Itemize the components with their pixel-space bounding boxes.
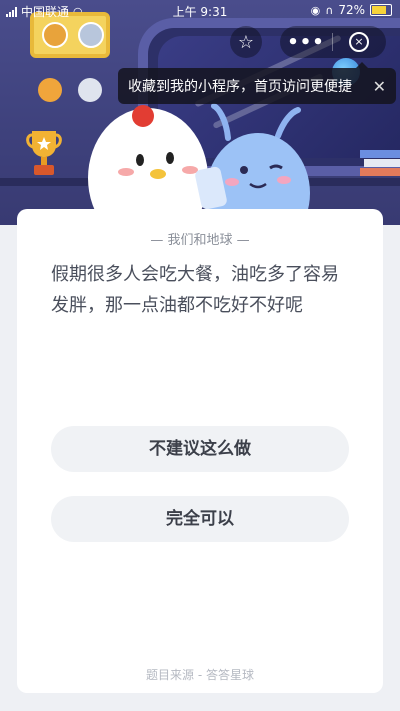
battery-percent: 72% xyxy=(338,3,365,17)
tip-text: 收藏到我的小程序，首页访问更便捷 xyxy=(128,79,352,95)
medal-icon xyxy=(78,22,104,48)
add-to-my-miniprogram-tip: 收藏到我的小程序，首页访问更便捷 ✕ xyxy=(118,62,396,104)
favorite-star-button[interactable]: ☆ xyxy=(230,26,262,58)
option-button[interactable]: 不建议这么做 xyxy=(51,426,349,472)
question-source: 题目来源 - 答答星球 xyxy=(146,668,254,682)
location-icon: ◉ xyxy=(310,3,321,17)
more-menu-button[interactable]: ••• xyxy=(280,32,332,53)
close-miniprogram-button[interactable]: × xyxy=(333,32,385,52)
question-card: — 我们和地球 — 假期很多人会吃大餐，油吃多了容易发胖，那一点油都不吃好不好呢… xyxy=(17,209,383,693)
headphones-icon: ∩ xyxy=(325,3,334,17)
medal-icon xyxy=(42,22,68,48)
close-icon: × xyxy=(349,32,369,52)
books-icon xyxy=(360,150,400,180)
mascot-illustration xyxy=(88,103,310,225)
card-subtitle: — 我们和地球 — xyxy=(150,233,250,248)
miniprogram-capsule: ☆ ••• × xyxy=(230,26,386,58)
question-text: 假期很多人会吃大餐，油吃多了容易发胖，那一点油都不吃好不好呢 xyxy=(51,264,339,316)
status-bar: 中国联通 ◠ 上午 9:31 ◉ ∩ 72% xyxy=(0,0,400,20)
option-button[interactable]: 完全可以 xyxy=(51,496,349,542)
medal-icon xyxy=(38,78,62,102)
star-icon: ☆ xyxy=(237,31,255,53)
battery-icon xyxy=(370,4,392,16)
tip-close-button[interactable]: ✕ xyxy=(373,77,386,96)
trophy-icon xyxy=(26,131,62,175)
